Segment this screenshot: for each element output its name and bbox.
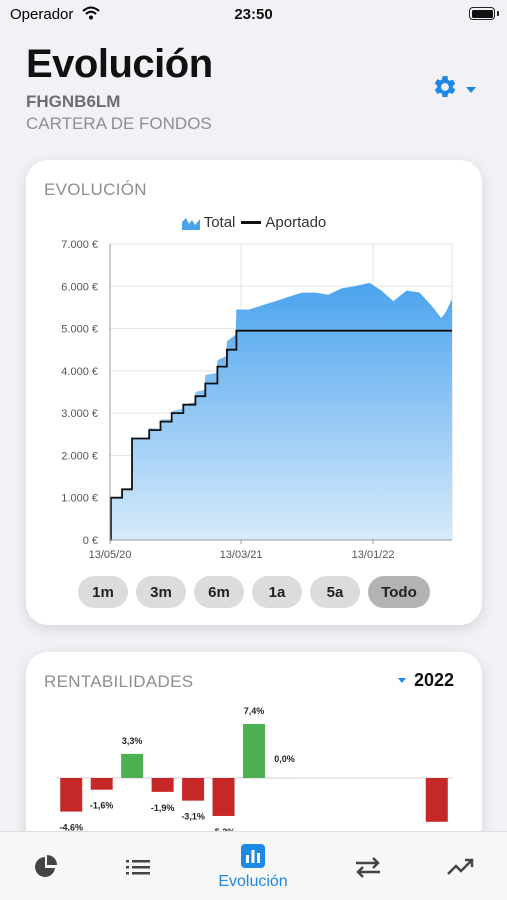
- return-bar[interactable]: [60, 778, 83, 812]
- evolution-card: EVOLUCIÓN Total Aportado 0 €1.000 €2.000…: [26, 160, 482, 625]
- tab-evolution[interactable]: Evolución: [203, 832, 303, 900]
- battery-tip: [497, 11, 499, 16]
- range-button-todo[interactable]: Todo: [368, 576, 430, 608]
- pie-chart-icon: [35, 854, 57, 877]
- return-bar[interactable]: [243, 723, 265, 778]
- y-tick-label: 2.000 €: [61, 450, 98, 462]
- series-total-area: [110, 282, 452, 540]
- chevron-down-icon: [466, 86, 476, 93]
- bar-value-label: -1,6%: [90, 801, 114, 811]
- range-button-1m[interactable]: 1m: [78, 576, 128, 608]
- bar-value-label: 0,0%: [274, 754, 295, 764]
- bar-value-label: -1,9%: [151, 803, 175, 813]
- y-tick-label: 6.000 €: [61, 281, 98, 293]
- bar-chart-icon: [241, 843, 265, 868]
- x-tick-label: 13/01/22: [352, 549, 395, 561]
- status-time: 23:50: [234, 6, 273, 23]
- x-tick-label: 13/05/20: [89, 549, 132, 561]
- chart-series: [110, 282, 452, 541]
- y-tick-label: 7.000 €: [61, 239, 98, 251]
- battery-icon: [469, 7, 495, 20]
- y-tick-label: 0 €: [83, 535, 98, 547]
- return-bar[interactable]: [425, 778, 448, 822]
- x-tick-label: 13/03/21: [220, 549, 263, 561]
- range-button-1a[interactable]: 1a: [252, 576, 302, 608]
- list-icon: [126, 859, 150, 874]
- bar-value-label: 7,4%: [244, 706, 265, 716]
- y-tick-label: 4.000 €: [61, 366, 98, 378]
- bar-value-label: -3,1%: [181, 812, 205, 822]
- settings-button[interactable]: [432, 74, 476, 105]
- evolution-chart: 0 € 1.000 € 2.000 € 3.000 € 4.000 € 5.000 € 6.…: [61, 239, 453, 561]
- return-bar[interactable]: [90, 778, 113, 790]
- trending-up-icon: [447, 858, 474, 875]
- tab-markets[interactable]: [432, 832, 488, 900]
- page-title: Evolución: [26, 42, 213, 86]
- tab-operations[interactable]: [340, 832, 396, 900]
- tab-portfolio[interactable]: [18, 832, 74, 900]
- tab-bar: Evolución: [0, 831, 507, 900]
- returns-chart: -4,6%-1,6%3,3%-1,9%-3,1%-5,2%7,4%0,0%: [56, 706, 452, 837]
- y-tick-label: 1.000 €: [61, 493, 98, 505]
- return-bar[interactable]: [151, 778, 174, 792]
- return-bar[interactable]: [212, 778, 235, 816]
- status-bar: Operador 23:50: [0, 0, 507, 30]
- transfer-arrows-icon: [356, 856, 380, 878]
- range-selector: 1m 3m 6m 1a 5a Todo: [26, 576, 482, 608]
- return-bar[interactable]: [182, 778, 205, 801]
- portfolio-code: FHGNB6LM: [26, 92, 121, 111]
- portfolio-type: CARTERA DE FONDOS: [26, 114, 212, 133]
- tab-evolution-label: Evolución: [218, 872, 288, 890]
- bar-value-label: 3,3%: [122, 736, 143, 746]
- y-tick-label: 3.000 €: [61, 408, 98, 420]
- returns-card: RENTABILIDADES 2022 -4,6% -1,6% 3,3% -1,9% -…: [26, 652, 482, 852]
- gear-icon: [432, 74, 458, 105]
- y-tick-label: 5.000 €: [61, 324, 98, 336]
- range-button-5a[interactable]: 5a: [310, 576, 360, 608]
- range-button-6m[interactable]: 6m: [194, 576, 244, 608]
- tab-positions[interactable]: [110, 832, 166, 900]
- return-bar[interactable]: [121, 753, 144, 778]
- range-button-3m[interactable]: 3m: [136, 576, 186, 608]
